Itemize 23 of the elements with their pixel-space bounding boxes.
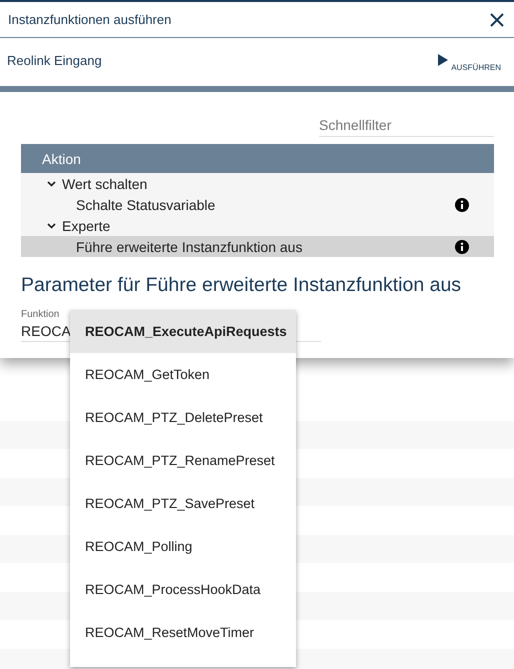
dropdown-option[interactable]: REOCAM_ExecuteApiRequests — [70, 310, 296, 353]
section-heading: Parameter für Führe erweiterte Instanzfunktion aus — [21, 274, 462, 297]
table-header: Aktion — [21, 144, 494, 173]
tree-item[interactable]: Schalte Statusvariable — [21, 194, 494, 215]
chevron-icon[interactable] — [47, 180, 56, 186]
dropdown-option[interactable]: REOCAM_PTZ_DeletePreset — [70, 396, 296, 439]
tree-group-label: Wert schalten — [62, 176, 148, 192]
dropdown-option[interactable]: REOCAM_ResetMoveTimer — [70, 611, 296, 654]
dropdown-option[interactable]: REOCAM_PTZ_RenamePreset — [70, 439, 296, 482]
dropdown-option[interactable]: REOCAM_Polling — [70, 525, 296, 568]
close-icon[interactable] — [490, 12, 504, 26]
tree-group-label: Experte — [62, 218, 110, 234]
instance-name: Reolink Eingang — [7, 52, 102, 68]
tree-item[interactable]: Führe erweiterte Instanzfunktion aus — [21, 236, 494, 257]
dropdown-option[interactable]: REOCAM_ProcessHookData — [70, 568, 296, 611]
dropdown-option[interactable]: REOCAM_GetToken — [70, 353, 296, 396]
info-icon[interactable] — [455, 198, 469, 212]
window-title: Instanzfunktionen ausführen — [8, 12, 172, 27]
dropdown-option[interactable]: REOCAM_PTZ_SavePreset — [70, 482, 296, 525]
play-icon — [438, 54, 448, 66]
info-icon[interactable] — [455, 240, 469, 254]
run-button[interactable]: AUSFÜHREN — [438, 54, 501, 72]
chevron-icon[interactable] — [47, 222, 56, 228]
